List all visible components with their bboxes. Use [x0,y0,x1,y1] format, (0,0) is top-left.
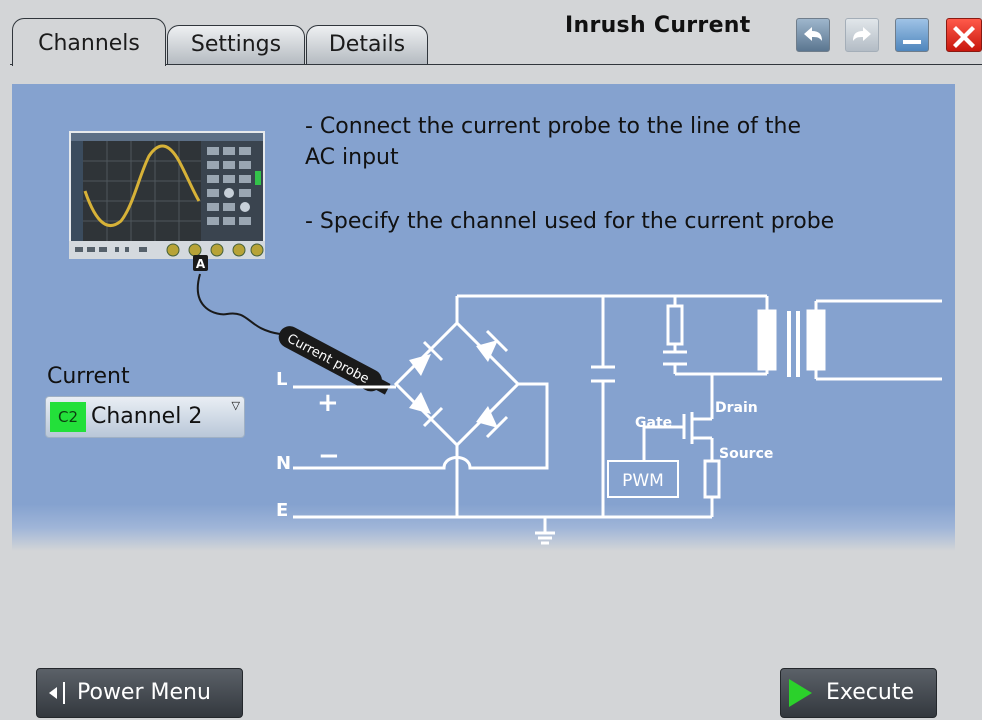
minus-sign: − [318,441,340,471]
undo-button[interactable] [796,18,830,52]
power-menu-label: Power Menu [77,680,211,705]
tab-channels-label: Channels [38,31,140,56]
execute-label: Execute [826,680,914,705]
play-icon [789,679,812,707]
close-button[interactable] [946,18,982,52]
tab-settings-label: Settings [190,32,282,57]
dialog-title: Inrush Current [565,13,751,38]
execute-button[interactable]: Execute [780,668,937,718]
dropdown-arrow-icon: ▽ [231,399,240,412]
redo-button[interactable] [845,18,879,52]
tab-settings[interactable]: Settings [167,25,305,64]
channel-value: Channel 2 [91,404,203,429]
plus-sign: + [317,388,339,418]
minimize-icon [903,40,921,44]
gate-label: Gate [635,415,672,431]
pwm-label: PWM [622,471,664,491]
tab-details-label: Details [328,32,406,57]
power-menu-button[interactable]: Power Menu [36,668,243,718]
current-label: Current [47,364,130,389]
channel-badge: C2 [50,402,86,432]
line-e-label: E [276,500,288,521]
tab-details[interactable]: Details [306,25,428,64]
svg-text:A: A [196,257,206,271]
drain-label: Drain [715,400,758,416]
redo-icon [853,27,871,41]
probe-cable [196,273,281,335]
undo-icon [804,27,822,41]
line-n-label: N [276,453,291,474]
minimize-button[interactable] [895,18,929,52]
circuit-diagram: A Current probe L N E + − Gate Drain Sou… [193,255,942,545]
bridge-diodes [409,329,509,439]
current-probe-label: Current probe [284,331,371,387]
diagram-panel: - Connect the current probe to the line … [12,84,955,551]
line-l-label: L [276,369,287,390]
connector-a: A [193,255,208,271]
back-arrow-icon [49,682,65,704]
tab-bar: Channels Settings Details Inrush Current [0,0,982,66]
tab-channels[interactable]: Channels [12,18,166,66]
close-icon [953,26,975,48]
current-channel-select[interactable]: C2 Channel 2 ▽ [45,396,245,438]
source-label: Source [719,446,773,462]
